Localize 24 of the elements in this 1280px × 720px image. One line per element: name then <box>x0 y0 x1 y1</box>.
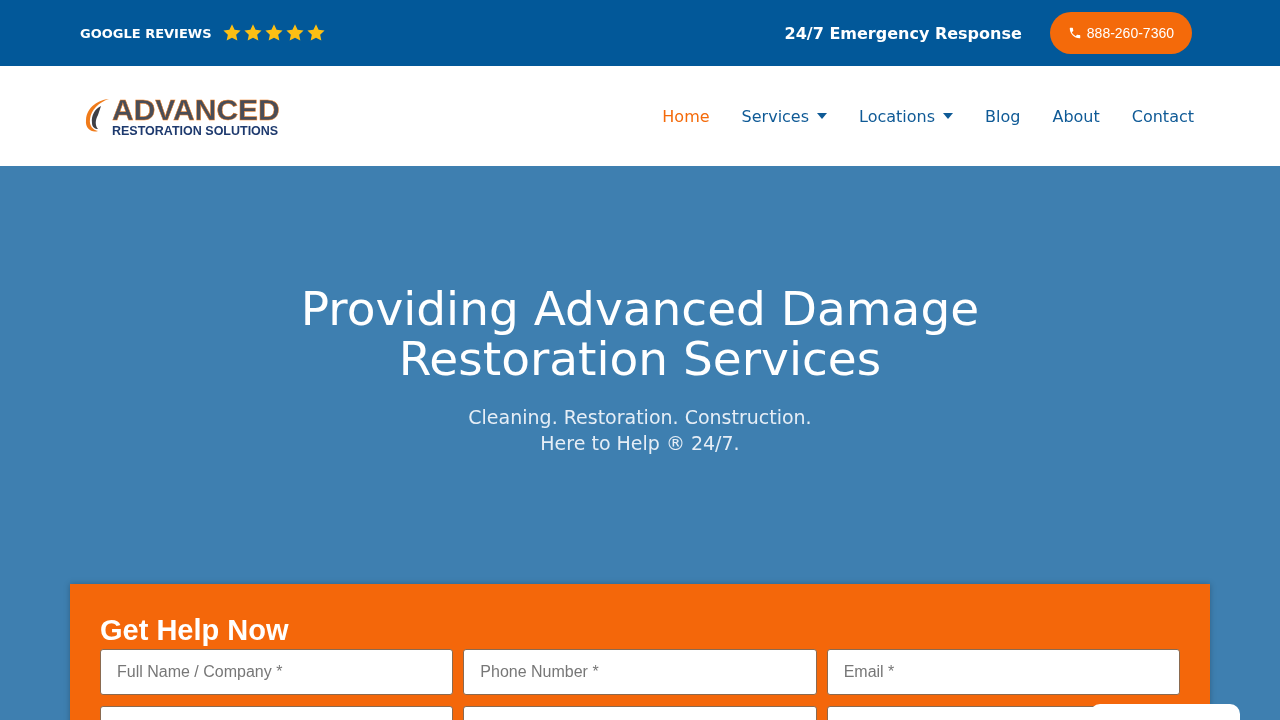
star-icon <box>284 23 305 43</box>
emergency-tagline: 24/7 Emergency Response <box>784 23 1022 43</box>
input-field[interactable]: Full Name / Company * <box>100 649 454 695</box>
input-field[interactable]: Email * <box>826 649 1180 695</box>
caret-icon <box>943 113 954 119</box>
phone-icon <box>1067 26 1082 40</box>
hero-subtitle: Here to Help ® 24/7. <box>540 431 740 456</box>
star-icon <box>263 23 284 43</box>
star-icon <box>242 23 263 43</box>
nav-link[interactable]: Services <box>741 106 828 126</box>
form-title: Get Help Now <box>100 614 290 647</box>
logo-subtitle: RESTORATION SOLUTIONS <box>112 124 280 138</box>
nav-link[interactable]: Locations <box>859 106 954 126</box>
caret-icon <box>817 113 828 119</box>
star-icon <box>305 23 326 43</box>
star-icon <box>221 23 242 43</box>
logo-wordmark: ADVANCED <box>112 94 280 125</box>
input-field[interactable]: Phone Number * <box>463 649 817 695</box>
hero-title: Providing Advanced Damage Restoration Services <box>299 284 981 384</box>
nav-link[interactable]: About <box>1052 106 1100 126</box>
nav-link[interactable]: Blog <box>985 106 1021 126</box>
hero-subtitle: Cleaning. Restoration. Construction. <box>468 405 812 430</box>
reviews-label: GOOGLE REVIEWS <box>80 25 212 41</box>
nav-link[interactable]: Contact <box>1131 106 1194 126</box>
